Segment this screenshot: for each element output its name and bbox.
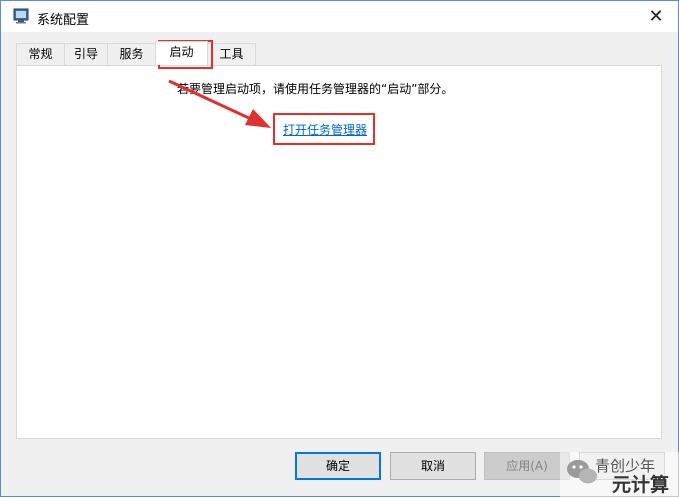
watermark-line2: 元计算 [612, 474, 670, 496]
red-arrow-annotation [168, 79, 271, 128]
tab-startup[interactable]: 启动 [155, 41, 208, 65]
cancel-button[interactable]: 取消 [390, 452, 476, 480]
system-config-window: 系统配置 ✕ 常规 引导 服务 启动 工具 若要管理启动项，请使用任务管理器的“… [0, 0, 679, 497]
ok-button[interactable]: 确定 [295, 452, 381, 480]
apply-button[interactable]: 应用(A) [484, 452, 570, 480]
